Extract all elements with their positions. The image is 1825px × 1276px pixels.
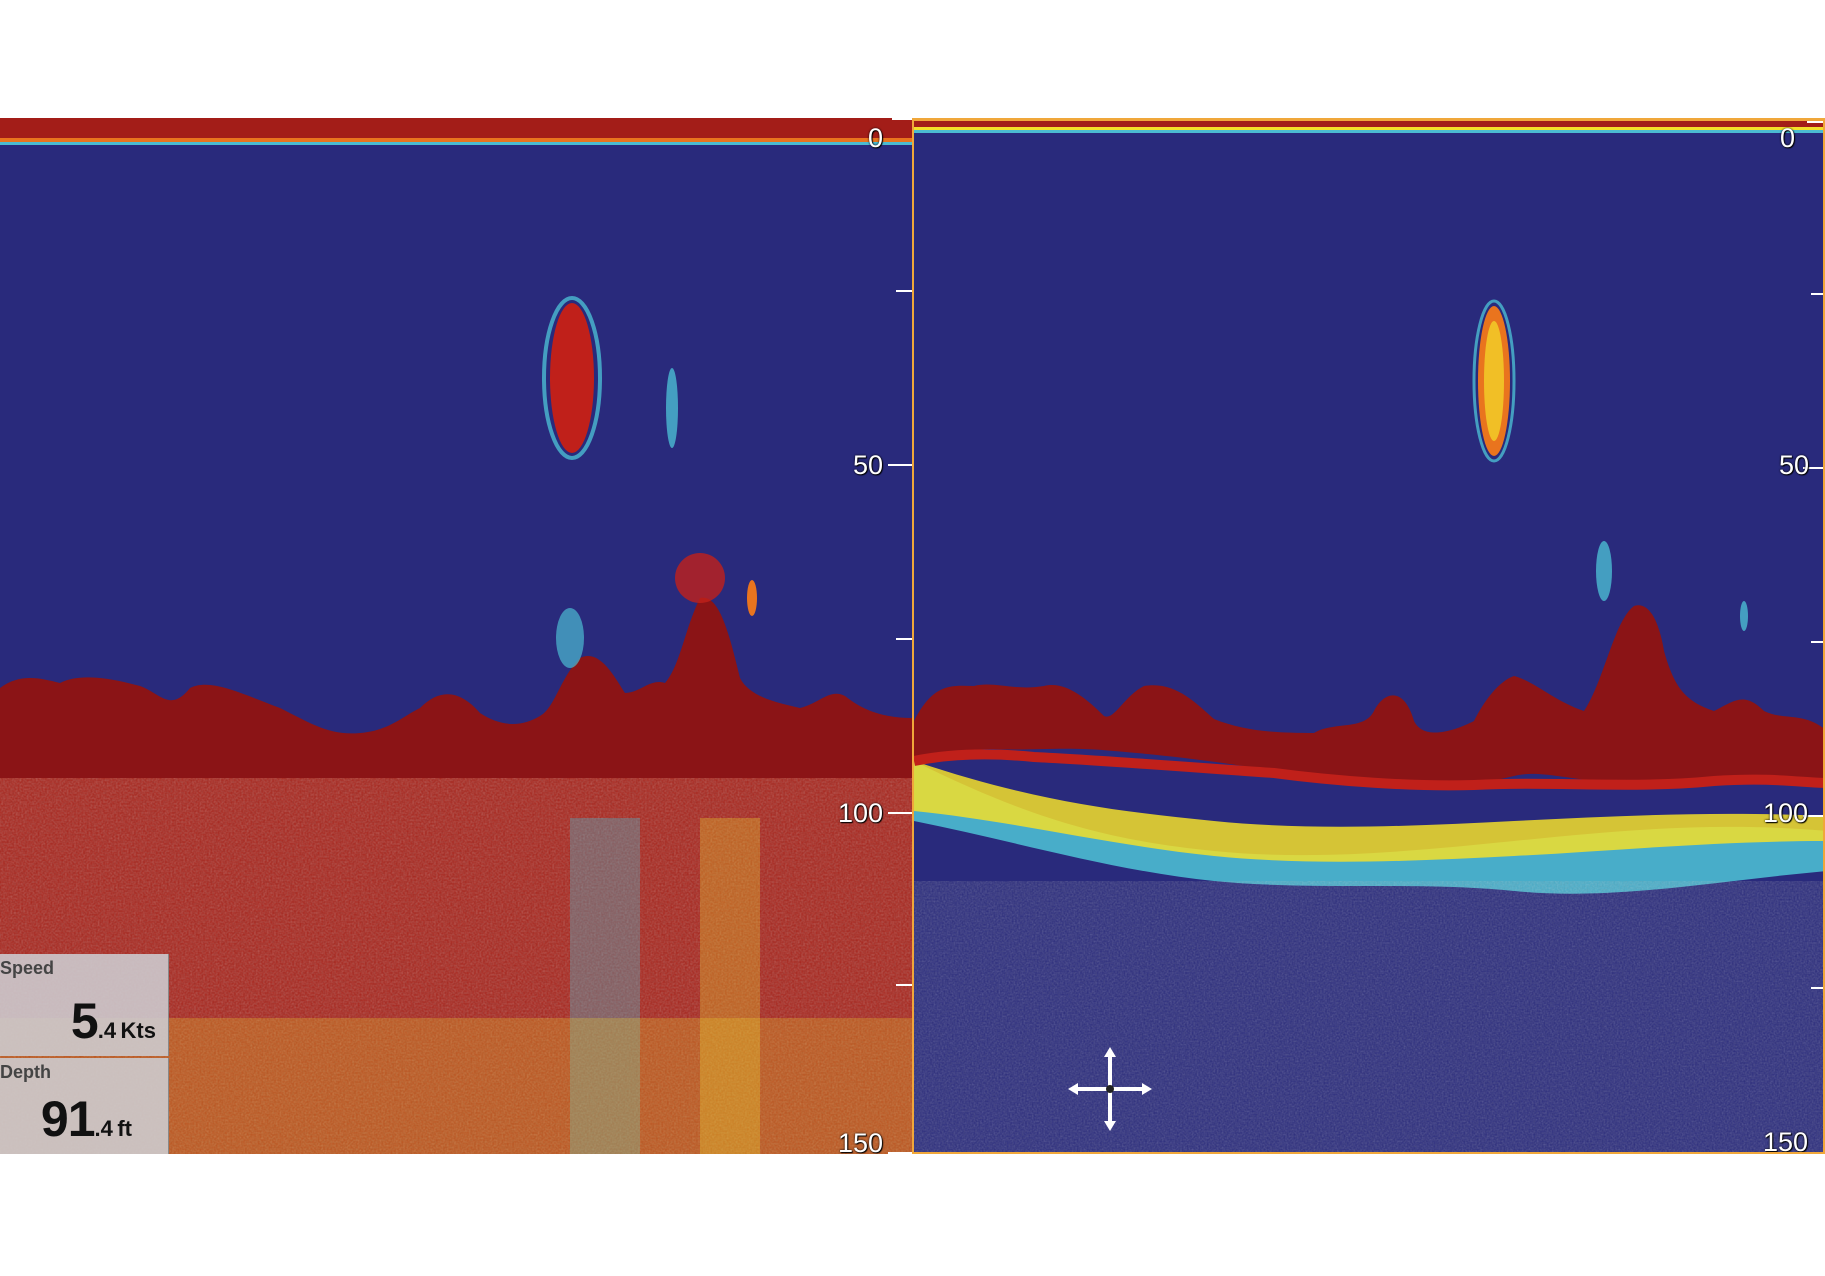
depth-scale-label: 100 — [1763, 798, 1809, 828]
depth-databox[interactable]: Depth 91.4 ft — [0, 1058, 169, 1154]
sonar-pane-right[interactable]: 0 50 100 150 — [912, 118, 1825, 1154]
scale-tick — [896, 290, 912, 292]
scale-tick — [1811, 641, 1823, 643]
depth-scale-label: 50 — [1779, 450, 1810, 480]
depth-scale-label: 50 — [853, 450, 884, 480]
scale-tick — [1811, 987, 1823, 989]
depth-int: 91 — [40, 1091, 96, 1147]
speed-databox[interactable]: Speed 5.4 Kts — [0, 954, 169, 1056]
scale-tick — [1807, 121, 1823, 123]
depth-title: Depth — [0, 1062, 51, 1082]
scale-tick — [892, 118, 912, 120]
scale-tick — [896, 638, 912, 640]
speed-value: 5.4 Kts — [71, 992, 156, 1050]
depth-scale-label: 150 — [838, 1128, 884, 1155]
scale-tick — [888, 1152, 912, 1154]
depth-scale-label: 0 — [1780, 123, 1796, 153]
sonar-pane-left[interactable]: 0 50 100 150 Speed 5.4 Kts Depth 91.4 ft — [0, 118, 912, 1154]
speed-title: Speed — [0, 958, 55, 978]
move-crosshair-icon[interactable] — [1068, 1047, 1152, 1131]
depth-scale-label: 0 — [868, 123, 884, 153]
depth-scale-label: 150 — [1763, 1127, 1809, 1154]
depth-scale-label: 100 — [838, 798, 884, 828]
speed-int: 5 — [70, 993, 99, 1049]
depth-value: 91.4 ft — [41, 1090, 132, 1148]
depth-unit: ft — [117, 1116, 132, 1141]
scale-tick — [888, 812, 912, 814]
speed-unit: Kts — [120, 1018, 156, 1043]
scale-tick — [888, 464, 912, 466]
speed-dec: .4 — [97, 1018, 117, 1043]
scale-tick — [1811, 293, 1823, 295]
scale-tick — [896, 984, 912, 986]
depth-dec: .4 — [94, 1116, 113, 1141]
sonar-echo-image-right — [914, 121, 1823, 1152]
